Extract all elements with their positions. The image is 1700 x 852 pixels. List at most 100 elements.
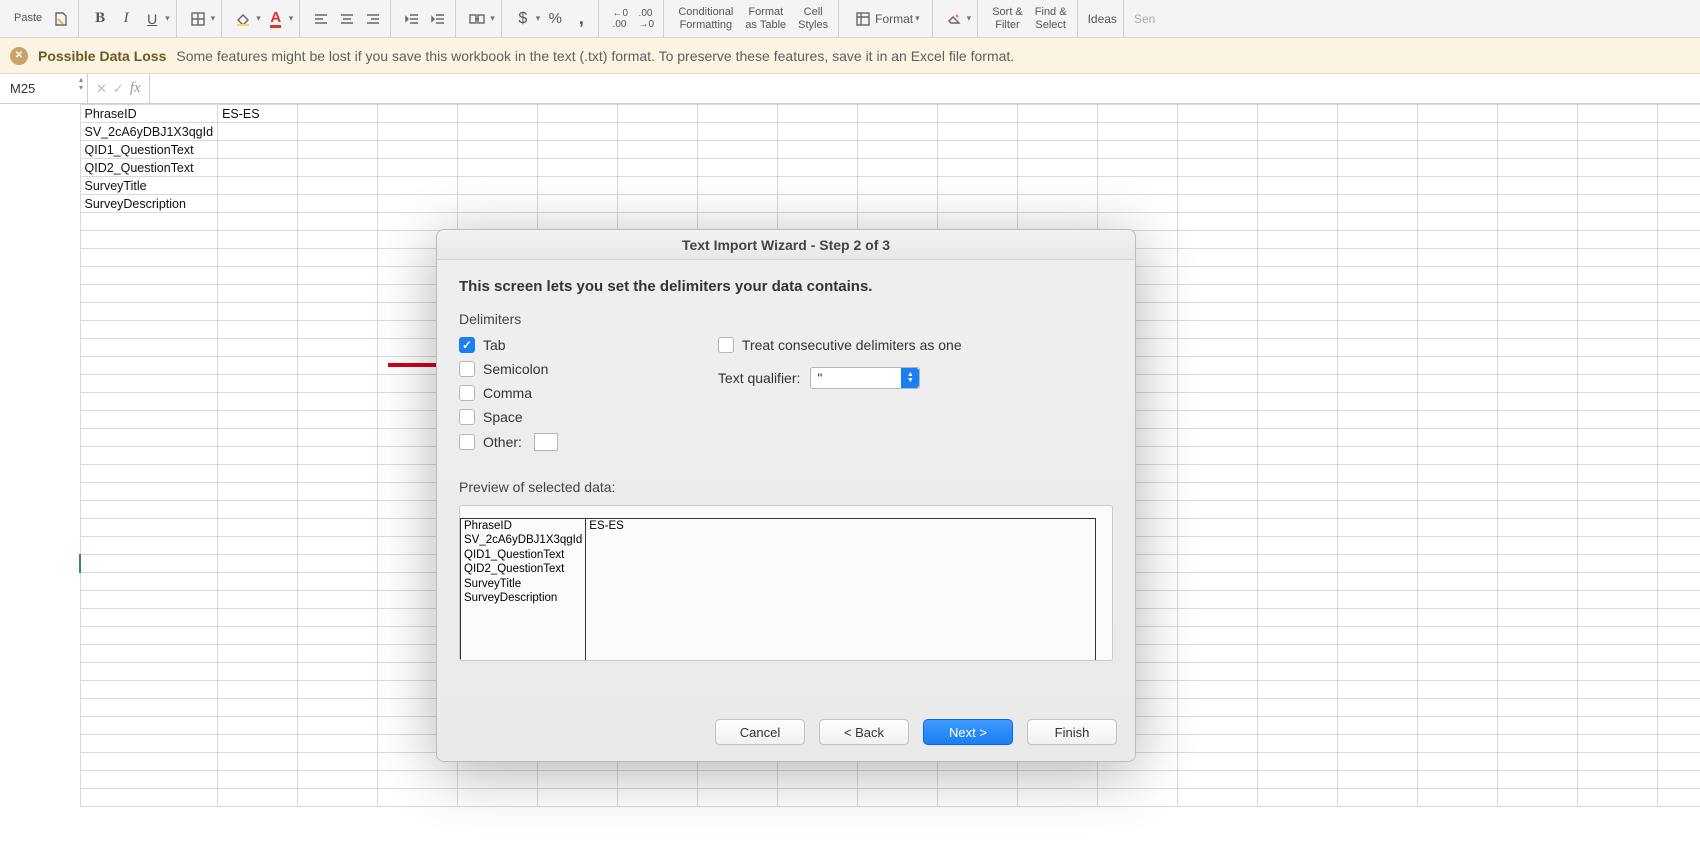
cell[interactable] bbox=[938, 123, 1018, 141]
cell[interactable] bbox=[618, 195, 698, 213]
cell[interactable] bbox=[1498, 285, 1578, 303]
cell[interactable] bbox=[1658, 393, 1700, 411]
cell[interactable] bbox=[298, 231, 378, 249]
cell[interactable] bbox=[1498, 159, 1578, 177]
cell[interactable] bbox=[1578, 681, 1658, 699]
cell[interactable] bbox=[1658, 141, 1700, 159]
cell[interactable] bbox=[80, 771, 218, 789]
cell[interactable] bbox=[1338, 609, 1418, 627]
cell[interactable] bbox=[218, 663, 298, 681]
cell[interactable] bbox=[1098, 159, 1178, 177]
cell[interactable] bbox=[1498, 663, 1578, 681]
cell[interactable] bbox=[298, 159, 378, 177]
cell[interactable] bbox=[1258, 159, 1338, 177]
cell[interactable] bbox=[1338, 519, 1418, 537]
cell[interactable] bbox=[1498, 753, 1578, 771]
cell[interactable] bbox=[1578, 285, 1658, 303]
cell[interactable] bbox=[1658, 609, 1700, 627]
cell[interactable] bbox=[1498, 195, 1578, 213]
namebox-stepper[interactable]: ▴▾ bbox=[79, 76, 83, 92]
cell[interactable] bbox=[1498, 519, 1578, 537]
cell[interactable] bbox=[698, 177, 778, 195]
cell[interactable] bbox=[1418, 285, 1498, 303]
cell[interactable] bbox=[1418, 753, 1498, 771]
clear-button[interactable] bbox=[943, 8, 965, 30]
cell[interactable] bbox=[698, 105, 778, 123]
cell[interactable] bbox=[1418, 267, 1498, 285]
cell[interactable] bbox=[1258, 429, 1338, 447]
cell[interactable] bbox=[218, 411, 298, 429]
cell[interactable] bbox=[378, 195, 458, 213]
cell[interactable] bbox=[80, 555, 218, 573]
cell[interactable] bbox=[1418, 177, 1498, 195]
cell[interactable] bbox=[938, 105, 1018, 123]
cell[interactable] bbox=[1338, 303, 1418, 321]
cell[interactable] bbox=[218, 267, 298, 285]
cell[interactable] bbox=[538, 771, 618, 789]
cell[interactable] bbox=[1098, 195, 1178, 213]
cell[interactable] bbox=[1578, 645, 1658, 663]
cell[interactable] bbox=[1418, 735, 1498, 753]
cell[interactable] bbox=[1418, 465, 1498, 483]
cell[interactable] bbox=[1418, 555, 1498, 573]
cell[interactable] bbox=[458, 195, 538, 213]
cell[interactable] bbox=[1418, 303, 1498, 321]
cell[interactable] bbox=[1258, 573, 1338, 591]
cell[interactable] bbox=[1258, 231, 1338, 249]
cell[interactable] bbox=[1258, 321, 1338, 339]
cell[interactable] bbox=[1178, 753, 1258, 771]
borders-button[interactable] bbox=[187, 8, 209, 30]
cell[interactable] bbox=[1338, 663, 1418, 681]
cell[interactable] bbox=[1658, 123, 1700, 141]
cell[interactable] bbox=[298, 465, 378, 483]
cell[interactable] bbox=[1418, 717, 1498, 735]
cell[interactable] bbox=[1018, 105, 1098, 123]
cell[interactable] bbox=[1178, 681, 1258, 699]
cell[interactable] bbox=[218, 771, 298, 789]
cell[interactable] bbox=[1498, 393, 1578, 411]
cell[interactable] bbox=[1578, 339, 1658, 357]
cell[interactable] bbox=[1578, 483, 1658, 501]
cell[interactable] bbox=[1258, 609, 1338, 627]
cell[interactable] bbox=[538, 177, 618, 195]
cell[interactable] bbox=[1498, 267, 1578, 285]
cell[interactable] bbox=[218, 339, 298, 357]
cell[interactable] bbox=[1418, 645, 1498, 663]
cell[interactable] bbox=[618, 159, 698, 177]
cell[interactable] bbox=[1578, 231, 1658, 249]
cell[interactable] bbox=[1418, 393, 1498, 411]
cell[interactable] bbox=[1338, 285, 1418, 303]
cell[interactable] bbox=[1658, 699, 1700, 717]
cell[interactable] bbox=[378, 159, 458, 177]
cell[interactable] bbox=[1418, 447, 1498, 465]
increase-indent-button[interactable] bbox=[427, 8, 449, 30]
cell[interactable] bbox=[1578, 465, 1658, 483]
cell[interactable] bbox=[218, 501, 298, 519]
cell[interactable] bbox=[218, 609, 298, 627]
currency-button[interactable]: $ bbox=[512, 8, 534, 30]
cell[interactable] bbox=[1018, 177, 1098, 195]
cell[interactable] bbox=[80, 591, 218, 609]
cell[interactable] bbox=[1338, 699, 1418, 717]
cell[interactable] bbox=[1578, 789, 1658, 807]
cell[interactable] bbox=[1658, 501, 1700, 519]
cell[interactable]: SV_2cA6yDBJ1X3qgId bbox=[80, 123, 218, 141]
cell[interactable] bbox=[1578, 573, 1658, 591]
back-button[interactable]: < Back bbox=[819, 719, 909, 745]
cell[interactable] bbox=[80, 573, 218, 591]
cell[interactable] bbox=[1258, 357, 1338, 375]
cell[interactable] bbox=[1338, 753, 1418, 771]
cell[interactable] bbox=[1258, 645, 1338, 663]
cell[interactable] bbox=[618, 105, 698, 123]
cell[interactable] bbox=[1338, 393, 1418, 411]
cell[interactable] bbox=[858, 177, 938, 195]
cell[interactable] bbox=[1418, 141, 1498, 159]
cell[interactable] bbox=[1178, 321, 1258, 339]
cell[interactable] bbox=[1578, 699, 1658, 717]
cell[interactable] bbox=[858, 789, 938, 807]
cell[interactable] bbox=[1338, 213, 1418, 231]
cell[interactable] bbox=[1578, 771, 1658, 789]
cell[interactable] bbox=[1258, 303, 1338, 321]
cell[interactable] bbox=[378, 105, 458, 123]
cell[interactable] bbox=[778, 159, 858, 177]
